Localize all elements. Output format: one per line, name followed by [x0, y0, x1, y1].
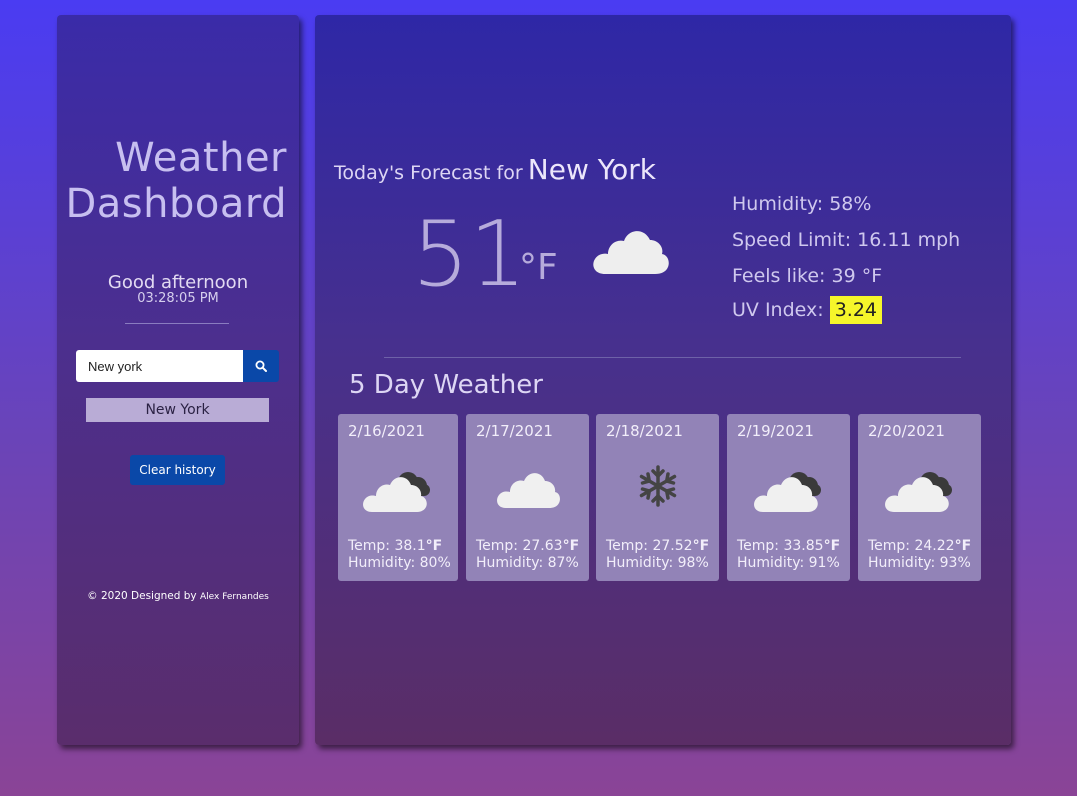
cloud-dark-icon [727, 464, 850, 516]
forecast-card: 2/17/2021 Temp: 27.63°F Humidity: 87% [466, 414, 589, 581]
clock-time: 03:28:05 PM [137, 291, 219, 306]
temp-value: 38.1 [394, 538, 426, 554]
temp-label: Temp: [868, 538, 911, 554]
temp-label: Temp: [476, 538, 519, 554]
forecast-date: 2/19/2021 [737, 422, 814, 440]
search-icon [255, 357, 267, 376]
app-title-line1: Weather [115, 135, 287, 181]
forecast-temp: Temp: 27.52°F [606, 538, 709, 554]
temp-unit: °F [425, 538, 443, 554]
sidebar-divider [125, 323, 229, 324]
temp-value: 27.52 [652, 538, 693, 554]
greeting-text: Good afternoon [107, 272, 249, 293]
temp-unit: °F [823, 538, 841, 554]
main-divider [384, 357, 961, 358]
temp-label: Temp: [348, 538, 391, 554]
app-title: Weather Dashboard [57, 135, 299, 227]
city-search-input[interactable] [76, 350, 243, 382]
forecast-card: 2/20/2021 Temp: 24.22°F Humidity: 93% [858, 414, 981, 581]
forecast-title: 5 Day Weather [349, 370, 543, 400]
temp-label: Temp: [606, 538, 649, 554]
forecast-humidity: Humidity: 93% [868, 555, 971, 571]
sidebar-panel: Weather Dashboard Good afternoon 03:28:0… [57, 15, 299, 745]
current-temperature: 51 [412, 202, 527, 307]
forecast-temp: Temp: 38.1°F [348, 538, 442, 554]
temp-unit: °F [954, 538, 972, 554]
temp-value: 24.22 [914, 538, 955, 554]
forecast-date: 2/20/2021 [868, 422, 945, 440]
temp-label: Temp: [737, 538, 780, 554]
footer: © 2020 Designed by Alex Fernandes [57, 590, 299, 602]
forecast-humidity: Humidity: 91% [737, 555, 840, 571]
today-city: New York [527, 153, 656, 186]
current-temperature-unit: °F [519, 247, 558, 288]
cloud-dark-icon [338, 464, 458, 516]
forecast-temp: Temp: 27.63°F [476, 538, 579, 554]
forecast-card: 2/18/2021 Temp: 27.52°F Humidity: 98% [596, 414, 719, 581]
search-form [76, 350, 279, 382]
speed-text: Speed Limit: 16.11 mph [732, 229, 961, 251]
forecast-date: 2/18/2021 [606, 422, 683, 440]
uv-index: UV Index: 3.24 [732, 296, 883, 324]
uv-value-badge: 3.24 [829, 296, 883, 324]
forecast-humidity: Humidity: 98% [606, 555, 709, 571]
history-item-new-york[interactable]: New York [86, 398, 269, 422]
forecast-humidity: Humidity: 87% [476, 555, 579, 571]
cloud-icon [466, 464, 589, 516]
footer-author: Alex Fernandes [199, 592, 269, 602]
search-button[interactable] [243, 350, 279, 382]
temp-value: 27.63 [522, 538, 563, 554]
temp-unit: °F [692, 538, 710, 554]
uv-label: UV Index: [732, 299, 824, 321]
snowflake-icon [596, 464, 719, 516]
forecast-humidity: Humidity: 80% [348, 555, 451, 571]
forecast-date: 2/16/2021 [348, 422, 425, 440]
forecast-card: 2/16/2021 Temp: 38.1°F Humidity: 80% [338, 414, 458, 581]
cloud-icon [589, 220, 671, 282]
forecast-date: 2/17/2021 [476, 422, 553, 440]
app-title-line2: Dashboard [65, 181, 287, 227]
temp-unit: °F [562, 538, 580, 554]
forecast-card: 2/19/2021 Temp: 33.85°F Humidity: 91% [727, 414, 850, 581]
humidity-text: Humidity: 58% [732, 193, 872, 215]
today-heading: Today's Forecast for New York [334, 153, 656, 186]
today-label: Today's Forecast for [334, 162, 523, 184]
clear-history-button[interactable]: Clear history [130, 455, 225, 485]
feels-like-text: Feels like: 39 °F [732, 265, 883, 287]
main-panel: Today's Forecast for New York 51 °F Humi… [315, 15, 1011, 745]
temp-value: 33.85 [783, 538, 824, 554]
cloud-dark-icon [858, 464, 981, 516]
footer-prefix: © 2020 Designed by [87, 590, 197, 602]
forecast-temp: Temp: 33.85°F [737, 538, 840, 554]
forecast-temp: Temp: 24.22°F [868, 538, 971, 554]
